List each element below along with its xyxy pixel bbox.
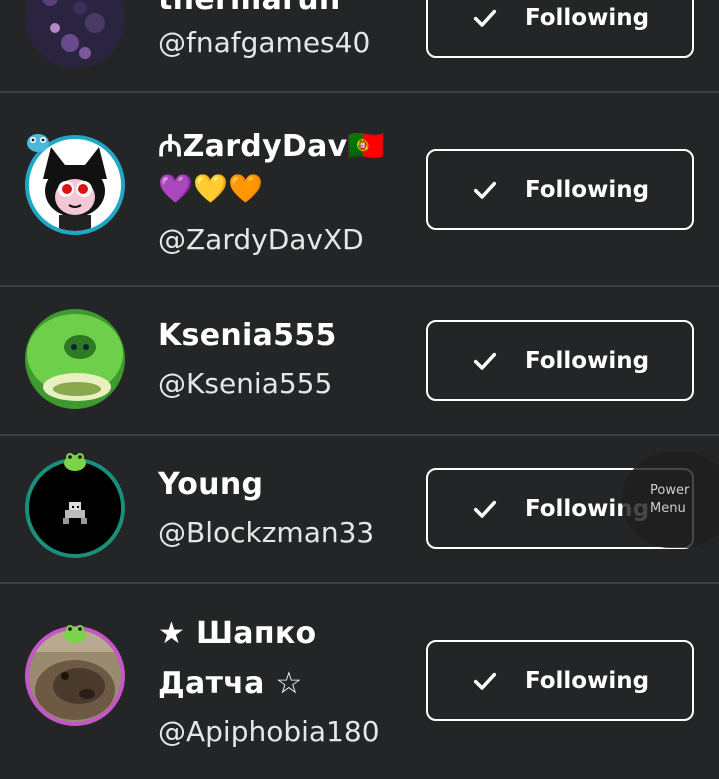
list-item[interactable]: thermarun @fnafgames40 Following bbox=[0, 0, 719, 91]
check-icon bbox=[473, 500, 497, 518]
list-item[interactable]: Ksenia555 @Ksenia555 Following bbox=[0, 287, 719, 434]
user-handle: @Blockzman33 bbox=[158, 516, 375, 549]
list-item[interactable]: ₼ZardyDav🇵🇹 💜💛🧡 @ZardyDavXD Following bbox=[0, 93, 719, 285]
following-button-label: Following bbox=[524, 667, 650, 694]
power-menu-line2: Menu bbox=[650, 501, 686, 516]
check-icon bbox=[473, 9, 497, 27]
following-button-label: Following bbox=[524, 176, 650, 203]
accessory-icon bbox=[63, 622, 87, 644]
user-handle: @Apiphobia180 bbox=[158, 715, 380, 748]
user-handle: @Ksenia555 bbox=[158, 367, 333, 400]
following-button-label: Following bbox=[524, 347, 650, 374]
user-handle: @ZardyDavXD bbox=[158, 223, 364, 256]
user-display-name: Young bbox=[158, 467, 264, 502]
avatar[interactable] bbox=[25, 0, 125, 68]
user-display-name: thermarun bbox=[158, 0, 341, 17]
following-list: thermarun @fnafgames40 Following bbox=[0, 0, 719, 779]
user-display-name: ₼ZardyDav🇵🇹 bbox=[158, 129, 386, 164]
user-display-name: Ksenia555 bbox=[158, 318, 337, 353]
power-menu-button[interactable]: Power Menu bbox=[622, 452, 719, 548]
accessory-icon bbox=[26, 131, 50, 153]
check-icon bbox=[473, 672, 497, 690]
check-icon bbox=[473, 352, 497, 370]
avatar[interactable] bbox=[25, 458, 125, 558]
following-button[interactable]: Following bbox=[426, 320, 694, 401]
user-handle: @fnafgames40 bbox=[158, 26, 371, 59]
user-display-name-line2: 💜💛🧡 bbox=[158, 172, 264, 205]
accessory-icon bbox=[63, 450, 87, 472]
following-button[interactable]: Following bbox=[426, 149, 694, 230]
user-display-name-line2: Датча ☆ bbox=[158, 666, 303, 701]
list-item[interactable]: ★ Шапко Датча ☆ @Apiphobia180 Following bbox=[0, 584, 719, 779]
power-menu-line1: Power bbox=[650, 483, 690, 498]
following-button[interactable]: Following bbox=[426, 0, 694, 58]
following-button-label: Following bbox=[524, 4, 650, 31]
following-button[interactable]: Following bbox=[426, 640, 694, 721]
avatar[interactable] bbox=[25, 309, 125, 409]
user-display-name: ★ Шапко bbox=[158, 616, 317, 651]
list-item[interactable]: Young @Blockzman33 Following bbox=[0, 436, 719, 582]
check-icon bbox=[473, 181, 497, 199]
